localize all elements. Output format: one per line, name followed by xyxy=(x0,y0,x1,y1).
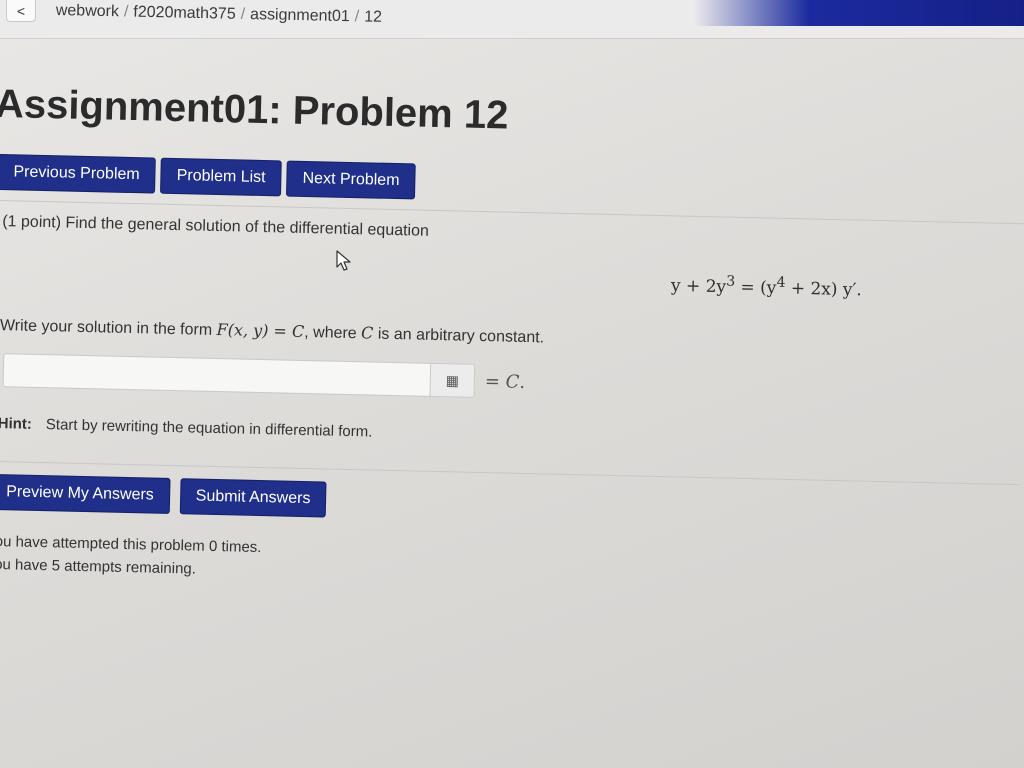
problem-nav: Previous Problem Problem List Next Probl… xyxy=(0,153,416,200)
answer-instruction: Write your solution in the form F(x, y) … xyxy=(0,315,544,347)
breadcrumb-item-problem: 12 xyxy=(364,8,383,26)
answer-suffix-equals: = xyxy=(484,370,506,393)
breadcrumb-item-course[interactable]: f2020math375 xyxy=(133,4,236,23)
answer-input[interactable] xyxy=(2,353,432,397)
back-button[interactable]: < xyxy=(6,0,36,22)
breadcrumb-separator: / xyxy=(240,5,246,23)
main-content: Assignment01: Problem 12 Previous Proble… xyxy=(0,60,1024,578)
equation-equals: = (y xyxy=(734,277,777,299)
breadcrumb-separator: / xyxy=(123,3,129,21)
answer-suffix-period: . xyxy=(519,371,526,393)
breadcrumb-separator: / xyxy=(354,8,360,26)
answer-suffix-constant: C xyxy=(505,371,520,393)
equation-rhs: + 2x) y′. xyxy=(785,278,862,301)
problem-body: (1 point) Find the general solution of t… xyxy=(0,199,1024,486)
answer-row: ▦ = C. xyxy=(2,353,526,399)
breadcrumb-item-assignment[interactable]: assignment01 xyxy=(250,6,350,25)
previous-problem-button[interactable]: Previous Problem xyxy=(0,153,157,194)
top-bar: < webwork / f2020math375/assignment01/12 xyxy=(0,0,1024,39)
instruction-prefix: Write your solution in the form xyxy=(0,317,217,339)
answer-suffix: = C. xyxy=(485,371,526,393)
instruction-constant: C xyxy=(360,323,374,343)
breadcrumb: webwork / f2020math375/assignment01/12 xyxy=(56,2,383,27)
breadcrumb-item-webwork[interactable]: webwork xyxy=(56,2,119,20)
differential-equation: y + 2y3 = (y4 + 2x) y′. xyxy=(670,272,862,301)
hint: Hint: Start by rewriting the equation in … xyxy=(0,415,373,440)
equation-editor-icon: ▦ xyxy=(445,371,460,388)
attempts-info: You have attempted this problem 0 times.… xyxy=(0,530,262,582)
equation-lhs: y + 2y xyxy=(670,275,727,298)
next-problem-button[interactable]: Next Problem xyxy=(286,160,416,200)
chevron-left-icon: < xyxy=(16,2,26,19)
mouse-pointer-icon xyxy=(336,250,351,271)
top-bar-accent xyxy=(694,0,1024,26)
hint-label: Hint: xyxy=(0,415,33,433)
answer-actions: Preview My Answers Submit Answers xyxy=(0,473,327,518)
instruction-suffix: is an arbitrary constant. xyxy=(373,325,545,347)
hint-text: Start by rewriting the equation in diffe… xyxy=(45,416,373,441)
problem-intro: (1 point) Find the general solution of t… xyxy=(2,213,430,240)
preview-answers-button[interactable]: Preview My Answers xyxy=(0,473,171,514)
submit-answers-button[interactable]: Submit Answers xyxy=(179,478,327,518)
instruction-form: F(x, y) = C xyxy=(216,319,305,341)
page-title: Assignment01: Problem 12 xyxy=(0,81,509,138)
instruction-middle: , where xyxy=(304,323,362,343)
problem-list-button[interactable]: Problem List xyxy=(160,157,282,197)
equation-editor-button[interactable]: ▦ xyxy=(430,362,476,398)
